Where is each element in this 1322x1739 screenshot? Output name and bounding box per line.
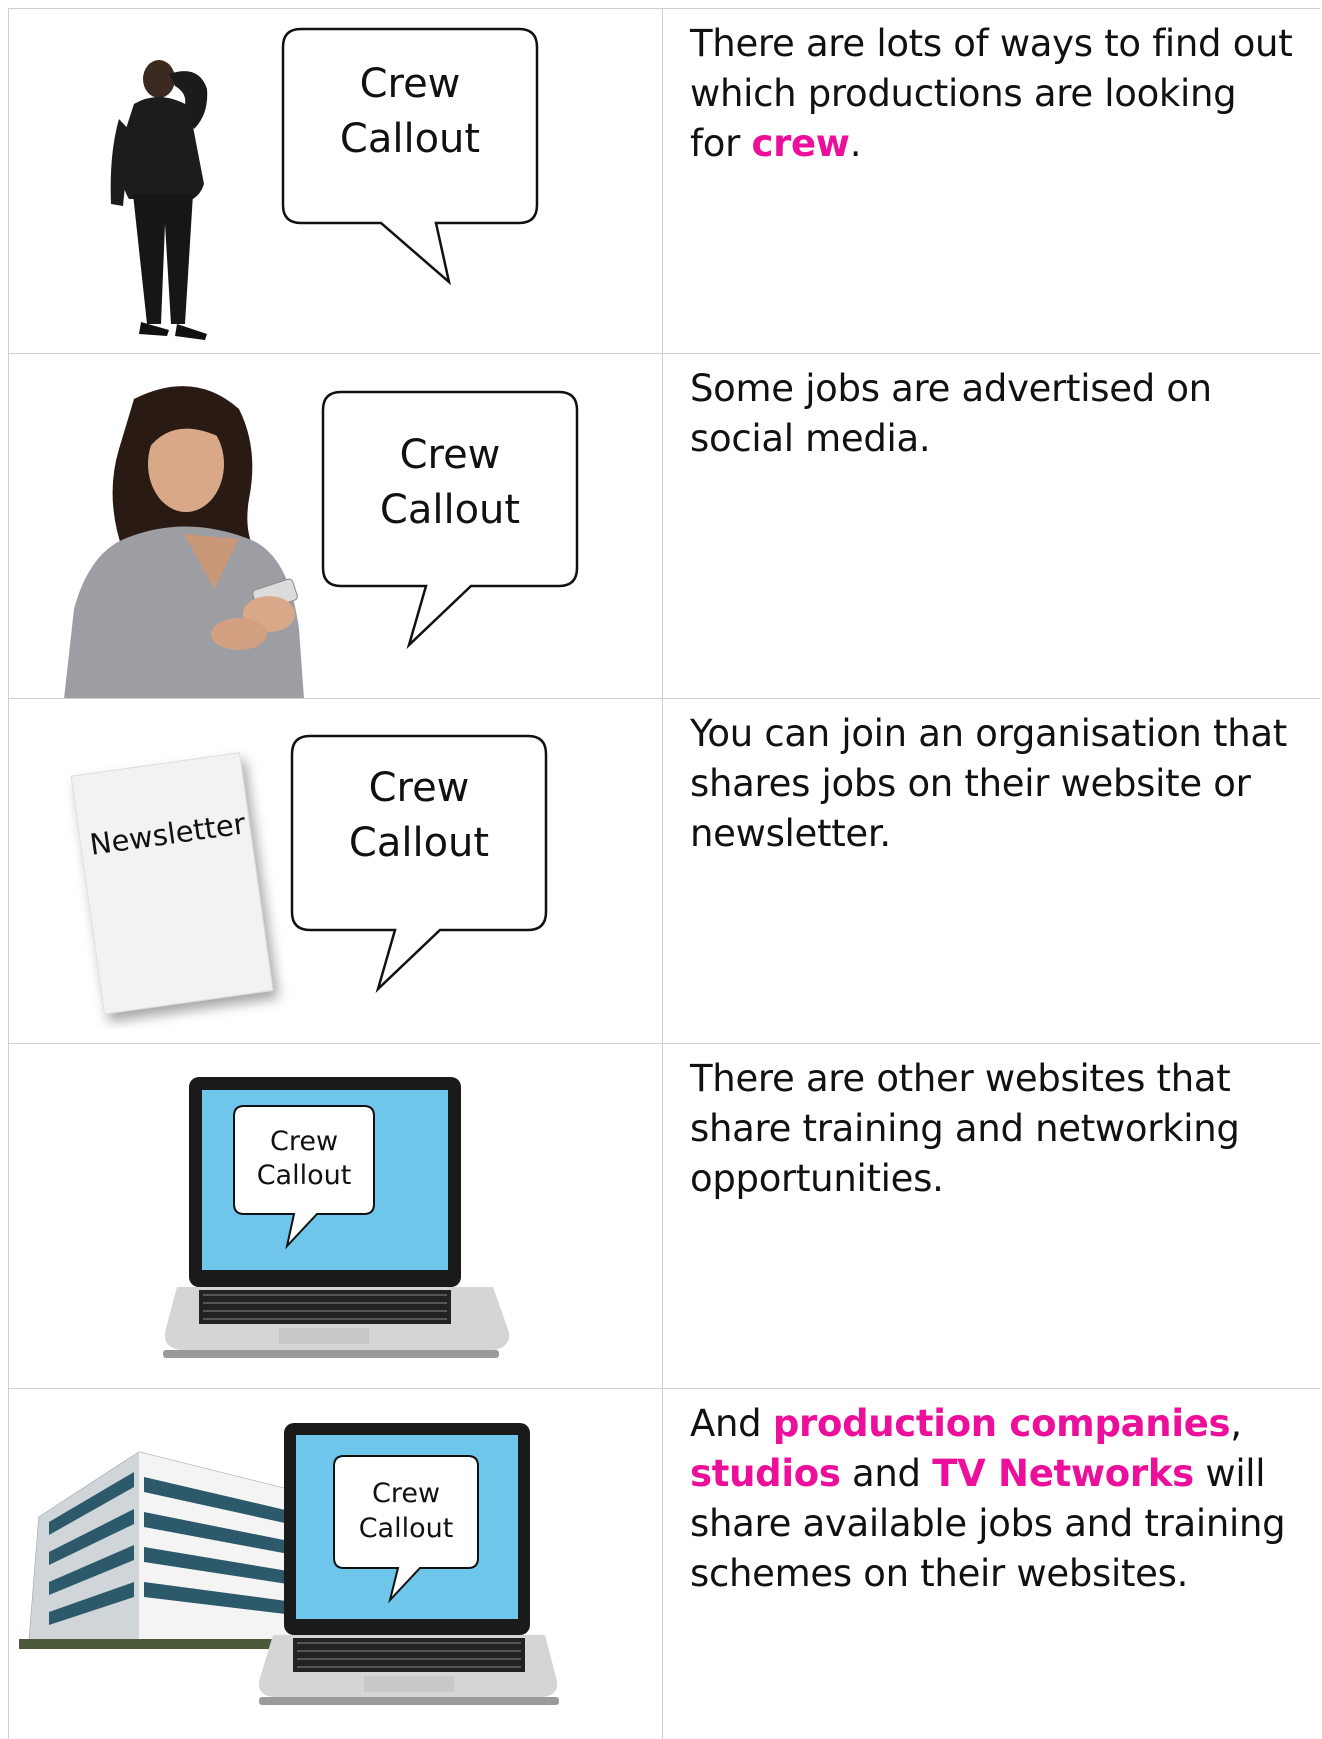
bubble-line1: Crew <box>360 61 461 107</box>
table-row: Crew Callout And production companies, s… <box>8 1389 1320 1739</box>
bubble-line2: Callout <box>340 116 480 162</box>
table-row: Crew Callout Some jobs are advertised on… <box>8 354 1320 699</box>
table-row: Crew Callout There are lots of ways to f… <box>8 9 1320 354</box>
description-text: There are lots of ways to find out which… <box>662 9 1320 353</box>
bubble-line2: Callout <box>359 1513 454 1544</box>
description-text: There are other websites that share trai… <box>662 1044 1320 1388</box>
text-part: You can join an organisation that shares… <box>690 712 1287 855</box>
bubble-line1: Crew <box>400 432 501 478</box>
content-table: Crew Callout There are lots of ways to f… <box>8 8 1320 1739</box>
text-part: , <box>1230 1402 1242 1445</box>
text-part: Some jobs are advertised on social media… <box>690 367 1212 460</box>
speech-bubble-icon: Crew Callout <box>333 1455 479 1604</box>
illustration-cell: Newsletter Crew Callout <box>8 699 663 1043</box>
speech-bubble-icon: Crew Callout <box>321 390 579 650</box>
table-row: Crew Callout There are other websites th… <box>8 1044 1320 1389</box>
woman-with-phone-image <box>64 386 304 698</box>
text-part: and <box>840 1452 933 1495</box>
bubble-line2: Callout <box>257 1160 352 1191</box>
bubble-line2: Callout <box>380 487 520 533</box>
speech-bubble-icon: Crew Callout <box>233 1105 375 1250</box>
bubble-line1: Crew <box>270 1126 338 1157</box>
illustration-cell: Crew Callout <box>8 9 663 353</box>
speech-bubble-icon: Crew Callout <box>281 27 539 286</box>
bubble-line1: Crew <box>372 1478 440 1509</box>
bubble-line2: Callout <box>349 820 489 866</box>
highlight-studios: studios <box>690 1452 841 1495</box>
illustration-cell: Crew Callout <box>8 1389 663 1739</box>
text-part: There are other websites that share trai… <box>690 1057 1240 1200</box>
description-text: You can join an organisation that shares… <box>662 699 1320 1043</box>
speech-bubble-icon: Crew Callout <box>290 734 548 994</box>
highlight-crew: crew <box>751 122 850 165</box>
illustration-cell: Crew Callout <box>8 1044 663 1388</box>
text-part: And <box>690 1402 773 1445</box>
table-row: Newsletter Crew Callout You can join an … <box>8 699 1320 1044</box>
newsletter-paper-image: Newsletter <box>70 752 274 1015</box>
highlight-production-companies: production companies <box>772 1402 1231 1445</box>
bubble-line1: Crew <box>369 765 470 811</box>
text-part: . <box>849 122 862 165</box>
illustration-cell: Crew Callout <box>8 354 663 698</box>
man-in-suit-image <box>110 60 208 340</box>
description-text: Some jobs are advertised on social media… <box>662 354 1320 698</box>
highlight-tv-networks: TV Networks <box>932 1452 1194 1495</box>
description-text: And production companies, studios and TV… <box>662 1389 1320 1739</box>
